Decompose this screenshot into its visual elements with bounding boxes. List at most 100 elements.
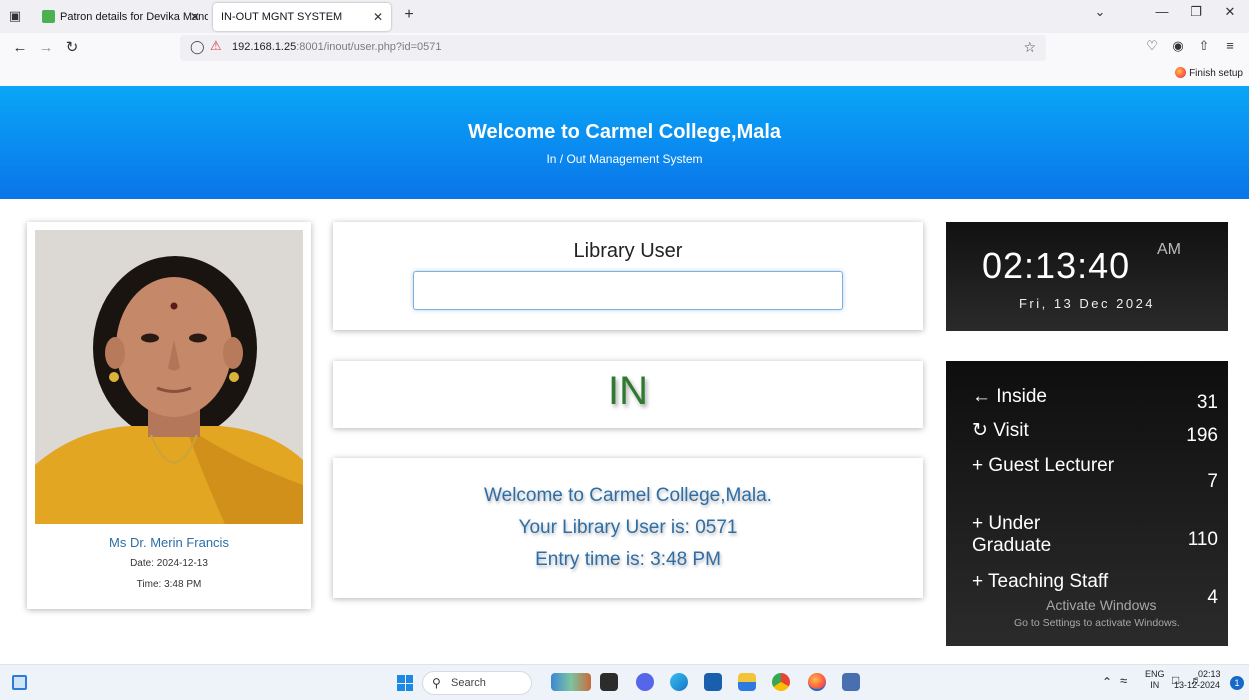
message-card: Welcome to Carmel College,Mala. Your Lib… — [333, 458, 923, 598]
file-explorer-icon[interactable] — [738, 673, 756, 691]
chevron-down-icon[interactable]: ⌄ — [1088, 4, 1112, 20]
user-photo-image — [35, 230, 303, 524]
stat-value: 31 — [1196, 392, 1218, 413]
taskbar-search[interactable]: ⚲ Search — [422, 671, 532, 695]
search-placeholder: Search — [451, 677, 486, 689]
stat-guest-lecturer: + Guest Lecturer — [972, 455, 1122, 477]
edge-icon[interactable] — [670, 673, 688, 691]
tab-close-icon[interactable]: ✕ — [190, 3, 200, 31]
notification-badge[interactable]: 1 — [1230, 676, 1244, 690]
new-tab-icon[interactable]: + — [399, 6, 419, 24]
tray-date: 13-12-2024 — [1173, 680, 1220, 690]
account-icon[interactable]: ◉ — [1168, 38, 1188, 54]
clock-time: 02:13:40 — [982, 245, 1131, 286]
library-user-id-message: Your Library User is: 0571 — [518, 517, 738, 538]
tab-title: Patron details for Devika Manoj — [60, 11, 208, 23]
windows-taskbar: ⚲ Search ⌃ ≈ ENG IN □ ♬ 02:13 13-12-2024 1 — [0, 664, 1249, 700]
page-content: Welcome to Carmel College,Mala In / Out … — [0, 86, 1249, 664]
browser-tab-bar: ▣ Patron details for Devika Manoj ✕ IN-O… — [0, 0, 1249, 33]
chat-icon[interactable] — [636, 673, 654, 691]
clock-ampm: AM — [1157, 241, 1181, 258]
pocket-icon[interactable]: ♡ — [1142, 38, 1162, 54]
bookmark-bar: Finish setup — [0, 63, 1249, 86]
url-text[interactable]: 192.168.1.25:8001/inout/user.php?id=0571 — [232, 41, 442, 53]
widgets-icon[interactable] — [12, 675, 27, 690]
chrome-icon[interactable] — [772, 673, 790, 691]
shield-icon[interactable]: ◯ — [190, 39, 205, 55]
system-clock[interactable]: 02:13 — [1198, 669, 1221, 680]
search-icon: ⚲ — [432, 676, 441, 690]
plus-icon: + — [972, 513, 984, 534]
status-card: IN — [333, 361, 923, 428]
weather-widget-icon[interactable] — [551, 673, 591, 691]
stats-panel: ← Inside 31 ↻ Visit 196 + Guest Lecturer… — [946, 361, 1228, 646]
restore-icon[interactable]: ❐ — [1184, 4, 1208, 20]
user-name: Ms Dr. Merin Francis — [109, 535, 229, 550]
page-header: Welcome to Carmel College,Mala In / Out … — [0, 86, 1249, 199]
close-window-icon[interactable]: ✕ — [1218, 4, 1242, 20]
stat-value: 196 — [1186, 425, 1218, 446]
entry-time-message: Entry time is: 3:48 PM — [535, 549, 721, 570]
store-icon[interactable] — [704, 673, 722, 691]
stat-label: Inside — [996, 386, 1047, 407]
page-title: Welcome to Carmel College,Mala — [467, 121, 782, 143]
forward-icon[interactable]: → — [36, 38, 56, 58]
tab-list-icon[interactable]: ▣ — [6, 7, 24, 25]
stat-label: Visit — [993, 420, 1029, 441]
back-icon[interactable]: ← — [10, 38, 30, 58]
app-icon[interactable] — [842, 673, 860, 691]
wifi-icon[interactable]: ≈ — [1120, 673, 1127, 688]
stat-label: Teaching Staff — [988, 571, 1109, 592]
firefox-taskbar-icon[interactable] — [808, 673, 826, 691]
language-indicator[interactable]: ENG IN — [1145, 669, 1165, 691]
stat-value: 4 — [1207, 587, 1218, 608]
tab-inout-system[interactable]: IN-OUT MGNT SYSTEM ✕ — [213, 3, 391, 31]
insecure-lock-icon[interactable]: ⚠ — [210, 38, 222, 54]
stat-label: Under Graduate — [972, 513, 1052, 556]
welcome-message: Welcome to Carmel College,Mala. — [484, 485, 772, 506]
menu-icon[interactable]: ≡ — [1220, 38, 1240, 53]
arrow-left-icon: ← — [972, 386, 991, 407]
stat-value: 7 — [1207, 471, 1218, 492]
clock-date: Fri, 13 Dec 2024 — [1018, 296, 1156, 311]
start-icon[interactable] — [397, 675, 413, 691]
finish-setup-label: Finish setup — [1189, 68, 1243, 80]
browser-nav-bar: ← → ↻ ◯ ⚠ 192.168.1.25:8001/inout/user.p… — [0, 33, 1249, 63]
page-subtitle: In / Out Management System — [546, 152, 703, 166]
minimize-icon[interactable]: — — [1150, 4, 1174, 19]
stat-inside: ← Inside — [972, 386, 1047, 408]
finish-setup-button[interactable]: Finish setup — [1175, 67, 1243, 80]
plus-icon: + — [972, 571, 984, 592]
stat-teaching-staff: + Teaching Staff — [972, 571, 1122, 593]
entry-time: Time: 3:48 PM — [136, 579, 202, 590]
reload-icon[interactable]: ↻ — [62, 38, 82, 58]
tab-patron-details[interactable]: Patron details for Devika Manoj ✕ — [34, 3, 208, 31]
url-host: 192.168.1.25 — [232, 41, 297, 53]
digital-clock: 02:13:40 AM Fri, 13 Dec 2024 — [946, 222, 1228, 331]
bookmark-star-icon[interactable]: ☆ — [1023, 39, 1036, 56]
stat-value: 110 — [1187, 529, 1218, 550]
tray-chevron-up-icon[interactable]: ⌃ — [1102, 675, 1112, 689]
url-bar[interactable]: ◯ ⚠ 192.168.1.25:8001/inout/user.php?id=… — [180, 35, 1046, 61]
url-path: :8001/inout/user.php?id=0571 — [296, 41, 442, 53]
task-view-icon[interactable] — [600, 673, 618, 691]
share-icon[interactable]: ⇧ — [1194, 38, 1214, 54]
library-user-card: Library User — [333, 222, 923, 330]
koha-favicon-icon — [42, 9, 55, 23]
profile-card: Ms Dr. Merin Francis Date: 2024-12-13 Ti… — [27, 222, 311, 609]
lang-bottom: IN — [1150, 680, 1160, 690]
in-out-status: IN — [608, 369, 648, 413]
library-user-input[interactable] — [413, 271, 843, 310]
lang-top: ENG — [1145, 669, 1165, 679]
firefox-icon — [1175, 67, 1187, 78]
tray-time: 02:13 — [1198, 669, 1221, 679]
entry-date: Date: 2024-12-13 — [130, 558, 208, 569]
stat-label: Guest Lecturer — [988, 455, 1115, 476]
library-user-title: Library User — [573, 240, 683, 262]
tab-title: IN-OUT MGNT SYSTEM — [221, 11, 343, 23]
tab-close-icon[interactable]: ✕ — [373, 3, 383, 31]
stat-visit: ↻ Visit — [972, 420, 1029, 442]
plus-icon: + — [972, 455, 984, 476]
refresh-icon: ↻ — [972, 420, 988, 441]
user-photo — [35, 230, 303, 524]
